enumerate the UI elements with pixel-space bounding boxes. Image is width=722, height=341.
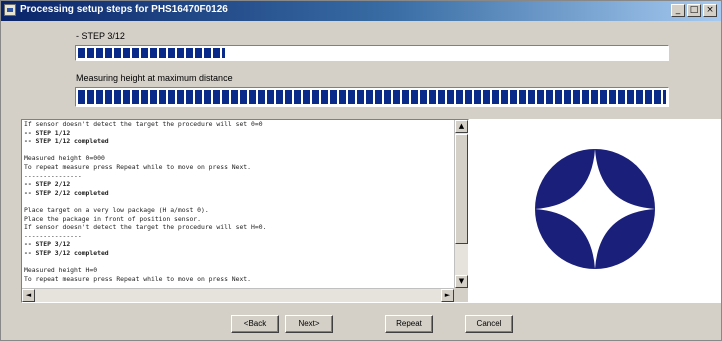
log-line: Measured height H=0 xyxy=(24,266,98,275)
horizontal-scrollbar[interactable]: ◄ ► xyxy=(22,288,454,302)
repeat-button[interactable]: Repeat xyxy=(385,315,433,333)
log-line: Measured height 0=000 xyxy=(24,154,105,163)
step-progress-bar xyxy=(75,45,669,61)
close-button[interactable]: × xyxy=(703,4,717,17)
log-line: -- STEP 3/12 xyxy=(24,240,71,249)
vertical-scroll-thumb[interactable] xyxy=(455,134,468,244)
log-panel[interactable]: If sensor doesn't detect the target the … xyxy=(21,119,469,303)
step-label: - STEP 3/12 xyxy=(76,31,125,41)
vertical-scrollbar[interactable]: ▲ ▼ xyxy=(454,120,468,288)
logo-panel xyxy=(469,119,721,303)
window-controls: _ □ × xyxy=(671,4,717,17)
back-button[interactable]: <Back xyxy=(231,315,279,333)
measure-progress-fill xyxy=(78,90,666,104)
maximize-button[interactable]: □ xyxy=(687,4,701,17)
log-line: -- STEP 3/12 completed xyxy=(24,248,109,257)
scroll-up-button[interactable]: ▲ xyxy=(455,120,468,133)
setup-window: Processing setup steps for PHS16470F0126… xyxy=(0,0,722,341)
scroll-left-button[interactable]: ◄ xyxy=(22,289,35,302)
log-line: --------------- xyxy=(24,231,82,240)
log-line: If sensor doesn't detect the target the … xyxy=(24,120,263,128)
step-progress-fill xyxy=(78,48,225,58)
title-bar[interactable]: Processing setup steps for PHS16470F0126… xyxy=(1,1,721,21)
scroll-corner xyxy=(454,288,468,302)
measure-label: Measuring height at maximum distance xyxy=(76,73,233,83)
window-title: Processing setup steps for PHS16470F0126 xyxy=(20,4,228,15)
app-icon xyxy=(4,4,16,16)
compass-star-logo-icon xyxy=(535,149,655,269)
measure-progress-bar xyxy=(75,87,669,107)
log-line: To repeat measure press Repeat while to … xyxy=(24,274,252,283)
log-line: Place target on a very low package (H a/… xyxy=(24,205,209,214)
log-text: If sensor doesn't detect the target the … xyxy=(24,120,450,288)
log-line: -- STEP 2/12 xyxy=(24,180,71,189)
log-line: To repeat measure press Repeat while to … xyxy=(24,162,252,171)
log-line: -- STEP 2/12 completed xyxy=(24,188,109,197)
log-line: -- STEP 1/12 completed xyxy=(24,137,109,146)
cancel-button[interactable]: Cancel xyxy=(465,315,513,333)
log-line: --------------- xyxy=(24,171,82,180)
minimize-button[interactable]: _ xyxy=(671,4,685,17)
log-line: Place the package in front of position s… xyxy=(24,214,201,223)
next-button[interactable]: Next> xyxy=(285,315,333,333)
log-line: If sensor doesn't detect the target the … xyxy=(24,223,267,232)
scroll-down-button[interactable]: ▼ xyxy=(455,275,468,288)
scroll-right-button[interactable]: ► xyxy=(441,289,454,302)
log-line: -- STEP 1/12 xyxy=(24,128,71,137)
